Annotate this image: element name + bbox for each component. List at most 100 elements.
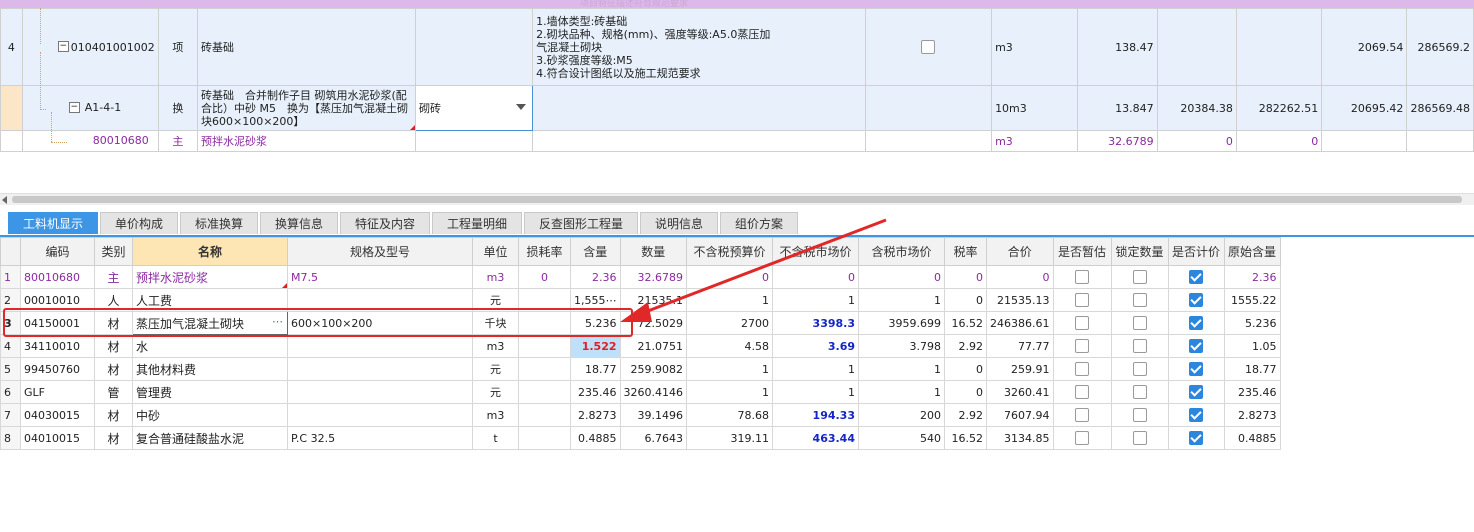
priced-checkbox-cell[interactable] — [1167, 311, 1225, 335]
tax-rate[interactable]: 2.92 — [944, 334, 987, 358]
content-value[interactable]: 1,555⋯ — [570, 288, 621, 312]
quantity-value[interactable]: 32.6789 — [619, 265, 687, 289]
table-row[interactable]: 7 04030015 材中砂 m3 2.8273 39.1496 78.68 194.33 20… — [0, 403, 1281, 427]
table-row[interactable]: 4 34110010 材水 m3 1.522 21.0751 4.58 3.69 3.798 2.… — [0, 334, 1281, 358]
provisional-checkbox-cell[interactable] — [1052, 403, 1112, 427]
loss-rate[interactable]: 0 — [518, 265, 571, 289]
material-category[interactable]: 主 — [94, 265, 133, 289]
provisional-checkbox-cell[interactable] — [1052, 426, 1112, 450]
checkbox[interactable] — [1189, 339, 1203, 353]
tax-market-price[interactable]: 0 — [858, 265, 945, 289]
tab-labor-material-machine[interactable]: 工料机显示 — [8, 212, 98, 234]
market-price[interactable]: 463.44 — [772, 426, 859, 450]
loss-rate[interactable] — [518, 426, 571, 450]
checkbox[interactable] — [1132, 362, 1147, 376]
checkbox[interactable] — [921, 40, 936, 54]
tab-pricing-scheme[interactable]: 组价方案 — [720, 212, 798, 234]
checkbox[interactable] — [1075, 385, 1089, 399]
material-code[interactable]: 04010015 — [20, 426, 95, 450]
item-spec[interactable] — [415, 8, 534, 86]
lock-qty-checkbox-cell[interactable] — [1110, 357, 1169, 381]
tab-graphic-quantity[interactable]: 反查图形工程量 — [524, 212, 638, 234]
total-price[interactable]: 77.77 — [986, 334, 1054, 358]
checkbox[interactable] — [1132, 316, 1147, 330]
chevron-down-icon[interactable] — [516, 104, 527, 110]
quantity-value[interactable]: 39.1496 — [619, 403, 687, 427]
item-name[interactable]: 砖基础 — [196, 8, 417, 86]
material-category[interactable]: 材 — [94, 426, 133, 450]
budget-price[interactable]: 1 — [686, 357, 773, 381]
content-value[interactable]: 1.522 — [570, 334, 621, 358]
quantity-value[interactable]: 6.7643 — [619, 426, 687, 450]
table-row[interactable]: 8 04010015 材复合普通硅酸盐水泥 P.C 32.5 t 0.4885 6.7643… — [0, 426, 1281, 450]
budget-price[interactable]: 4.58 — [686, 334, 773, 358]
original-content[interactable]: 5.236 — [1223, 311, 1281, 335]
item-code-cell[interactable]: − A1-4-1 — [21, 85, 159, 131]
checkbox[interactable] — [1075, 362, 1089, 376]
material-unit[interactable]: m3 — [472, 403, 519, 427]
col-header-tax-market-price[interactable]: 含税市场价 — [858, 237, 945, 266]
material-spec[interactable] — [287, 334, 473, 358]
original-content[interactable]: 235.46 — [1223, 380, 1281, 404]
col-header-quantity[interactable]: 数量 — [619, 237, 687, 266]
table-row[interactable]: 5 99450760 材其他材料费元 18.77 259.9082 1 1 1 0 259.91 1… — [0, 357, 1281, 381]
priced-checkbox-cell[interactable] — [1167, 357, 1225, 381]
checkbox[interactable] — [1075, 270, 1089, 284]
lock-qty-checkbox-cell[interactable] — [1110, 426, 1169, 450]
quantity-value[interactable]: 72.5029 — [619, 311, 687, 335]
tax-market-price[interactable]: 1 — [858, 288, 945, 312]
scrollbar-thumb[interactable] — [12, 196, 1462, 203]
total-price[interactable]: 7607.94 — [986, 403, 1054, 427]
material-code[interactable]: 00010010 — [20, 288, 95, 312]
quantity-value[interactable]: 3260.4146 — [619, 380, 687, 404]
market-price[interactable]: 1 — [772, 357, 859, 381]
tax-market-price[interactable]: 200 — [858, 403, 945, 427]
checkbox[interactable] — [1189, 362, 1203, 376]
material-code[interactable]: 04030015 — [20, 403, 95, 427]
material-spec[interactable]: 600×100×200 — [287, 311, 473, 335]
content-value[interactable]: 2.8273 — [570, 403, 621, 427]
material-name[interactable]: 蒸压加气混凝土砌块 ⋯ — [132, 311, 288, 335]
spec-dropdown[interactable]: 砌砖 — [415, 85, 534, 131]
material-spec[interactable] — [287, 403, 473, 427]
quantity-value[interactable]: 259.9082 — [619, 357, 687, 381]
tax-market-price[interactable]: 3959.699 — [858, 311, 945, 335]
tax-rate[interactable]: 0 — [944, 288, 987, 312]
col-header-market-price[interactable]: 不含税市场价 — [772, 237, 859, 266]
checkbox[interactable] — [1189, 385, 1203, 399]
provisional-checkbox-cell[interactable] — [1052, 288, 1112, 312]
tax-rate[interactable]: 0 — [944, 265, 987, 289]
provisional-checkbox-cell[interactable] — [1052, 380, 1112, 404]
table-row[interactable]: 1 80010680 主预拌水泥砂浆 M7.5 m3 0 2.36 32.6789 0 0 0 0 0 2… — [0, 265, 1281, 289]
material-category[interactable]: 人 — [94, 288, 133, 312]
tax-market-price[interactable]: 1 — [858, 380, 945, 404]
item-quantity[interactable]: 32.6789 — [1077, 130, 1158, 152]
col-header-loss-rate[interactable]: 损耗率 — [518, 237, 571, 266]
lock-qty-checkbox-cell[interactable] — [1110, 288, 1169, 312]
budget-price[interactable]: 1 — [686, 288, 773, 312]
tab-quantity-details[interactable]: 工程量明细 — [432, 212, 522, 234]
collapse-icon[interactable]: − — [68, 102, 80, 113]
provisional-checkbox-cell[interactable] — [1052, 311, 1112, 335]
material-code[interactable]: 80010680 — [20, 265, 95, 289]
checkbox[interactable] — [1132, 293, 1147, 307]
material-name[interactable]: 其他材料费 — [132, 357, 288, 381]
market-price[interactable]: 3.69 — [772, 334, 859, 358]
original-content[interactable]: 1555.22 — [1223, 288, 1281, 312]
estimate-checkbox-cell[interactable] — [864, 8, 993, 86]
tab-standard-conversion[interactable]: 标准换算 — [180, 212, 258, 234]
priced-checkbox-cell[interactable] — [1167, 426, 1225, 450]
content-value[interactable]: 0.4885 — [570, 426, 621, 450]
checkbox[interactable] — [1075, 293, 1089, 307]
original-content[interactable]: 1.05 — [1223, 334, 1281, 358]
total-price[interactable]: 259.91 — [986, 357, 1054, 381]
loss-rate[interactable] — [518, 357, 571, 381]
col-header-original-content[interactable]: 原始含量 — [1223, 237, 1281, 266]
content-value[interactable]: 18.77 — [570, 357, 621, 381]
item-spec[interactable] — [415, 130, 534, 152]
priced-checkbox-cell[interactable] — [1167, 288, 1225, 312]
market-price[interactable]: 1 — [772, 288, 859, 312]
tax-rate[interactable]: 16.52 — [944, 311, 987, 335]
total-price[interactable]: 3260.41 — [986, 380, 1054, 404]
material-name[interactable]: 水 — [132, 334, 288, 358]
